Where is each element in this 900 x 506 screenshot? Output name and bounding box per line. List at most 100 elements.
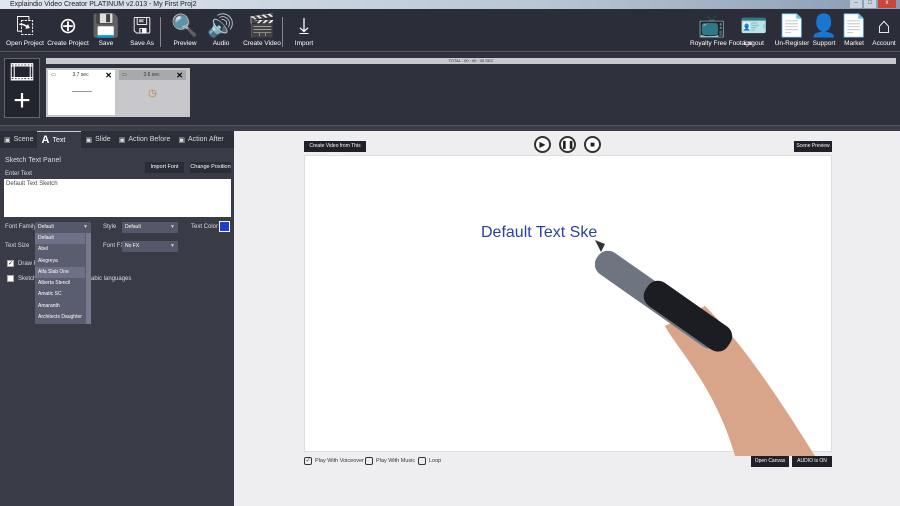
open-canvas-button[interactable]: Open Canvas [751,456,789,467]
slide-icon: ▣ [85,136,93,144]
text-color-label: Text Color [191,224,219,230]
tab-slide[interactable]: ▣ Slide [81,131,114,148]
sketch-checkbox[interactable] [7,275,14,282]
delete-scene-icon[interactable]: ✕ [105,71,112,80]
pause-button[interactable]: ❚❚ [559,136,576,153]
plus-icon: + [13,84,31,117]
font-family-dropdown[interactable]: Default Abel Alegreya Alfa Slab One Alberta … [35,233,91,324]
scene-list: ▭ 3.7 sec ✕ ▭ 3.6 sec ✕ ◷ [46,68,190,117]
toolbar-label: Audio [212,40,230,47]
text-icon: A [41,134,50,146]
toolbar-label: Save As [130,40,154,47]
voiceover-checkbox[interactable]: ✓ [304,457,312,465]
panel-title: Sketch Text Panel [5,157,61,164]
arabic-label: abic languages [91,276,132,282]
dropdown-scrollbar[interactable] [86,233,91,324]
scene-card[interactable]: ▭ 3.6 sec ✕ ◷ [119,70,186,115]
account-button[interactable]: ⌂ Account [862,12,900,47]
maximize-button[interactable]: □ [864,0,876,8]
import-font-button[interactable]: Import Font [145,162,184,173]
font-option[interactable]: Amaranth [35,301,85,312]
play-with-voiceover-option[interactable]: ✓ Play With Voiceover [304,457,364,465]
speaker-icon: 🔊 [207,13,235,38]
play-with-music-option[interactable]: Play With Music [365,457,415,465]
close-button[interactable]: x [878,0,896,8]
open-project-icon: ⎘ [16,13,34,38]
font-option[interactable]: Amatic SC [35,289,85,300]
tv-icon: 📺 [698,13,726,38]
font-option[interactable]: Alegreya [35,256,85,267]
font-family-select[interactable]: Default [35,222,91,233]
scene-duration: 3.7 sec [72,72,89,78]
canvas[interactable]: Default Text Ske [304,155,832,456]
loop-label: Loop [429,458,442,464]
text-input[interactable]: Default Text Sketch [4,179,231,217]
style-label: Style [103,224,117,230]
scene-icon: ▣ [4,136,11,144]
scene-icon: ▭ [51,72,56,78]
music-checkbox[interactable] [365,457,373,465]
toolbar-label: Account [872,40,896,47]
action-icon: ▣ [118,136,126,144]
play-button[interactable]: ▶ [534,136,551,153]
text-color-swatch[interactable] [219,221,230,232]
scene-icon: ▭ [122,72,127,78]
toolbar-separator [160,17,161,47]
enter-text-label: Enter Text [5,171,32,177]
audio-toggle-button[interactable]: AUDIO is ON [792,456,832,467]
tab-text[interactable]: A Text [37,131,82,148]
tab-label: Action Before [128,136,171,143]
change-position-button[interactable]: Change Position [190,162,231,173]
font-option[interactable]: Default [35,233,85,245]
toolbar-label: Create Video [243,40,281,47]
scene-thumbnail [71,91,92,92]
text-size-label: Text Size [5,243,30,249]
drawing-hand-image [595,240,815,456]
toolbar: ⎘ Open Project ⊕ Create Project 💾 Save 🖫 Save A… [0,9,900,52]
loop-checkbox[interactable] [418,457,426,465]
create-video-from-scene-button[interactable]: Create Video from This Scene [304,141,366,159]
draw-checkbox[interactable]: ✓ [7,260,14,267]
timeline-scrubber[interactable]: TOTAL : 00 : 00 : 06 SEC [46,58,896,64]
royalty-free-footage-button[interactable]: 📺 Royalty Free Footage [690,12,753,47]
import-button[interactable]: ⤓ Import [282,12,326,47]
delete-scene-icon[interactable]: ✕ [176,71,183,80]
toolbar-label: Open Project [6,40,44,47]
tab-scene[interactable]: ▣ Scene [0,131,37,148]
loop-option[interactable]: Loop [418,457,441,465]
properties-panel: ▣ Scene A Text ▣ Slide ▣ Action Before ▣ Acti… [0,131,234,506]
open-project-button[interactable]: ⎘ Open Project [3,12,47,47]
add-scene-button[interactable]: 🎞 + [4,58,40,118]
timeline: TOTAL : 00 : 00 : 06 SEC 🎞 + ▭ 3.7 sec ✕ ▭ 3… [0,53,900,125]
sketch-label: Sketch [18,276,37,282]
font-option[interactable]: Abel [35,244,85,255]
font-option[interactable]: Alfa Slab One [35,266,85,279]
music-label: Play With Music [376,458,416,464]
save-as-button[interactable]: 🖫 Save As [120,12,164,47]
window-title: Explaindio Video Creator PLATINUM v2.013… [10,1,197,8]
minimize-button[interactable]: – [850,0,862,8]
scene-preview-button[interactable]: Scene Preview [794,141,832,152]
style-select[interactable]: Default [122,222,178,233]
toolbar-label: Import [294,40,314,47]
font-fx-select[interactable]: No FX [122,241,178,252]
toolbar-separator [282,17,283,47]
font-family-label: Font Family [5,224,37,230]
tab-action-before[interactable]: ▣ Action Before [115,131,175,148]
tab-action-after[interactable]: ▣ Action After [174,131,227,148]
audio-button[interactable]: 🔊 Audio [199,12,243,47]
scene-card[interactable]: ▭ 3.7 sec ✕ [48,70,115,115]
tab-label: Scene [13,136,34,143]
stop-button[interactable]: ■ [584,136,601,153]
title-bar: Explaindio Video Creator PLATINUM v2.013… [0,0,900,9]
font-option[interactable]: Architects Daughter [35,312,85,323]
tab-label: Slide [95,136,111,143]
create-video-button[interactable]: 🎬 Create Video [240,12,284,47]
canvas-text: Default Text Ske [481,224,598,241]
font-option[interactable]: Alberta Stencil [35,278,85,289]
voiceover-label: Play With Voiceover [315,458,364,464]
tab-label: Action After [187,136,224,143]
toolbar-label: Royalty Free Footage [690,40,753,47]
scene-duration: 3.6 sec [143,72,160,78]
total-time: TOTAL : 00 : 00 : 06 SEC [448,58,494,63]
